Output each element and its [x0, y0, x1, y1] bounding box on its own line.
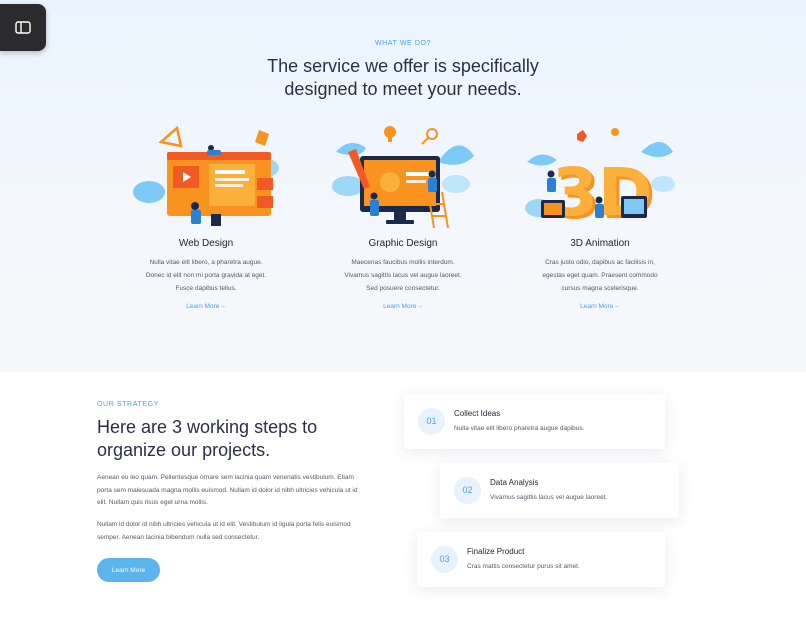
service-description-line: Sed posuere consectetur.	[366, 285, 440, 292]
service-card-web-design: Web Design Nulla vitae elit libero, a ph…	[111, 122, 301, 313]
service-description-line: Fusce dapibus tellus.	[175, 285, 237, 292]
graphic-design-illustration	[332, 126, 474, 229]
services-eyebrow: WHAT WE DO?	[374, 40, 432, 47]
service-card-3d-animation: 3D 3D 3D Animation Cras justo odio, dapi…	[505, 122, 695, 313]
strategy-title-line-2: organize our projects.	[97, 440, 271, 460]
service-card-graphic-design: Graphic Design Maecenas faucibus mollis …	[308, 122, 498, 313]
service-title: Graphic Design	[368, 238, 438, 249]
service-description-line: Cras justo odio, dapibus ac facilisis in…	[545, 259, 655, 266]
step-title: Finalize Product	[467, 547, 525, 556]
sidebar-toggle-button[interactable]	[0, 4, 46, 51]
step-card-collect-ideas: 01 Collect Ideas Nulla vitae elit libero…	[404, 394, 665, 449]
step-number: 03	[431, 546, 458, 573]
service-description: Nulla vitae elit libero, a pharetra augu…	[121, 256, 291, 295]
step-description: Nulla vitae elit libero pharetra augue d…	[454, 425, 585, 432]
step-title: Data Analysis	[490, 478, 539, 487]
service-description-line: Nulla vitae elit libero, a pharetra augu…	[149, 259, 263, 266]
services-title-line-1: The service we offer is specifically	[267, 56, 539, 76]
service-description-line: Donec id elit non mi porta gravida at eg…	[145, 272, 267, 279]
step-card-finalize-product: 03 Finalize Product Cras mattis consecte…	[417, 532, 665, 587]
learn-more-label: Learn More	[186, 303, 220, 310]
step-description: Vivamus sagittis lacus vel augue laoreet…	[490, 494, 608, 501]
arrow-right-icon: →	[219, 303, 226, 310]
learn-more-link-3d-animation[interactable]: Learn More→	[580, 303, 620, 310]
strategy-eyebrow: OUR STRATEGY	[97, 401, 159, 408]
service-title: Web Design	[178, 238, 234, 249]
services-title: The service we offer is specifically des…	[0, 55, 806, 101]
learn-more-label: Learn More	[383, 303, 417, 310]
strategy-section: OUR STRATEGY Here are 3 working steps to…	[0, 372, 806, 636]
learn-more-button[interactable]: Learn More	[97, 558, 160, 582]
3d-animation-illustration: 3D 3D	[525, 128, 675, 232]
arrow-right-icon: →	[613, 303, 620, 310]
step-number: 01	[418, 408, 445, 435]
svg-text:3D: 3D	[552, 154, 653, 231]
arrow-right-icon: →	[416, 303, 423, 310]
service-description-line: egestas eget quam. Praesent commodo	[542, 272, 658, 279]
step-description: Cras mattis consectetur purus sit amet.	[467, 563, 580, 570]
step-title: Collect Ideas	[454, 409, 501, 418]
strategy-paragraph-1: Aenean eu leo quam. Pellentesque ornare …	[97, 474, 358, 506]
services-section: WHAT WE DO? The service we offer is spec…	[0, 0, 806, 372]
service-description: Maecenas faucibus mollis interdum. Vivam…	[318, 256, 488, 295]
learn-more-link-web-design[interactable]: Learn More→	[186, 303, 226, 310]
service-title: 3D Animation	[570, 238, 630, 249]
web-design-illustration	[133, 125, 279, 226]
strategy-paragraph-2: Nullam id dolor id nibh ultricies vehicu…	[97, 521, 351, 541]
strategy-title-line-1: Here are 3 working steps to	[97, 417, 318, 437]
service-description-line: Vivamus sagittis lacus vel augue laoreet…	[344, 272, 462, 279]
learn-more-label: Learn More	[580, 303, 614, 310]
learn-more-link-graphic-design[interactable]: Learn More→	[383, 303, 423, 310]
service-description: Cras justo odio, dapibus ac facilisis in…	[515, 256, 685, 295]
step-number: 02	[454, 477, 481, 504]
service-description-line: Maecenas faucibus mollis interdum.	[351, 259, 455, 266]
strategy-title: Here are 3 working steps to organize our…	[97, 416, 367, 462]
sidebar-toggle-icon	[15, 21, 31, 34]
service-description-line: cursus magna scelerisque.	[561, 285, 639, 292]
step-card-data-analysis: 02 Data Analysis Vivamus sagittis lacus …	[440, 463, 679, 518]
services-title-line-2: designed to meet your needs.	[284, 79, 522, 99]
